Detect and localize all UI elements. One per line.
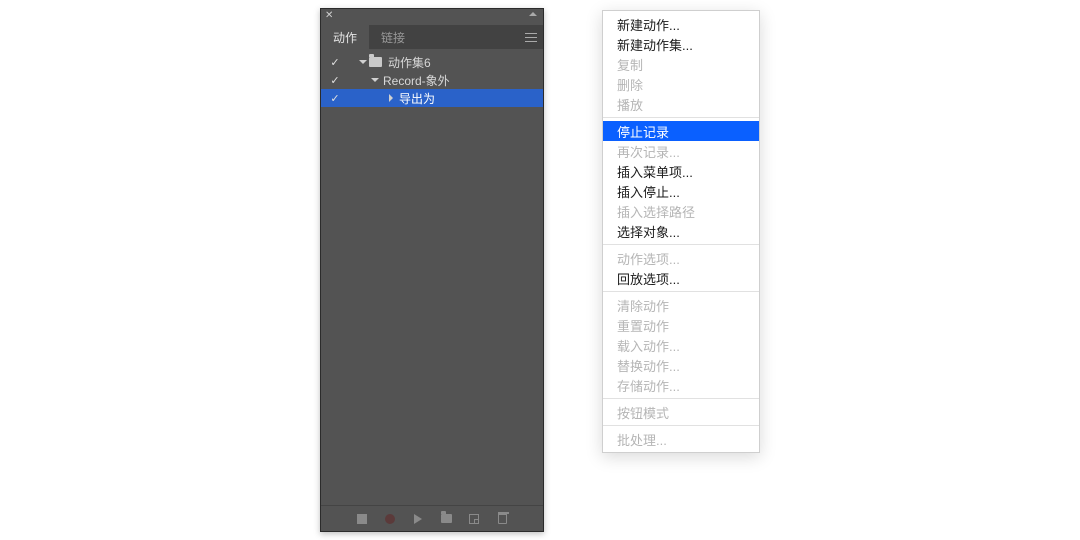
menu-item: 插入选择路径 bbox=[603, 201, 759, 221]
tree-row-step[interactable]: ✓ 导出为 bbox=[321, 89, 543, 107]
stop-icon[interactable] bbox=[356, 513, 368, 525]
chevron-down-icon[interactable] bbox=[357, 60, 369, 64]
panel-footer bbox=[321, 505, 543, 531]
menu-item: 再次记录... bbox=[603, 141, 759, 161]
panel-tabbar: 动作 链接 bbox=[321, 25, 543, 49]
actions-panel: ✕ 动作 链接 ✓ 动作集6 ✓ Record-象外 ✓ bbox=[320, 8, 544, 532]
menu-item[interactable]: 回放选项... bbox=[603, 268, 759, 288]
menu-item[interactable]: 插入停止... bbox=[603, 181, 759, 201]
menu-separator bbox=[603, 291, 759, 292]
step-label: 导出为 bbox=[399, 90, 435, 107]
set-label: 动作集6 bbox=[388, 54, 431, 71]
menu-item: 重置动作 bbox=[603, 315, 759, 335]
menu-separator bbox=[603, 398, 759, 399]
folder-icon bbox=[369, 57, 382, 67]
menu-item: 复制 bbox=[603, 54, 759, 74]
menu-item[interactable]: 新建动作集... bbox=[603, 34, 759, 54]
action-label: Record-象外 bbox=[383, 72, 450, 89]
check-icon[interactable]: ✓ bbox=[327, 56, 343, 69]
panel-context-menu: 新建动作...新建动作集...复制删除播放停止记录再次记录...插入菜单项...… bbox=[602, 10, 760, 453]
menu-separator bbox=[603, 425, 759, 426]
menu-item: 替换动作... bbox=[603, 355, 759, 375]
collapse-icon[interactable] bbox=[529, 12, 537, 16]
menu-item[interactable]: 停止记录 bbox=[603, 121, 759, 141]
menu-item[interactable]: 新建动作... bbox=[603, 14, 759, 34]
menu-item: 删除 bbox=[603, 74, 759, 94]
tab-links[interactable]: 链接 bbox=[369, 25, 417, 49]
actions-tree: ✓ 动作集6 ✓ Record-象外 ✓ 导出为 bbox=[321, 49, 543, 505]
panel-menu-icon[interactable] bbox=[525, 33, 537, 42]
menu-item: 动作选项... bbox=[603, 248, 759, 268]
menu-item[interactable]: 插入菜单项... bbox=[603, 161, 759, 181]
tree-row-action[interactable]: ✓ Record-象外 bbox=[321, 71, 543, 89]
menu-item: 播放 bbox=[603, 94, 759, 114]
menu-item: 清除动作 bbox=[603, 295, 759, 315]
close-icon[interactable]: ✕ bbox=[325, 11, 333, 21]
play-icon[interactable] bbox=[412, 513, 424, 525]
menu-item[interactable]: 选择对象... bbox=[603, 221, 759, 241]
menu-separator bbox=[603, 244, 759, 245]
check-icon[interactable]: ✓ bbox=[327, 74, 343, 87]
menu-item: 按钮模式 bbox=[603, 402, 759, 422]
menu-item: 存储动作... bbox=[603, 375, 759, 395]
new-set-icon[interactable] bbox=[440, 513, 452, 525]
tab-actions[interactable]: 动作 bbox=[321, 25, 369, 49]
panel-titlebar: ✕ bbox=[321, 9, 543, 25]
tree-row-set[interactable]: ✓ 动作集6 bbox=[321, 53, 543, 71]
trash-icon[interactable] bbox=[496, 513, 508, 525]
chevron-down-icon[interactable] bbox=[369, 78, 381, 82]
menu-item: 载入动作... bbox=[603, 335, 759, 355]
new-action-icon[interactable] bbox=[468, 513, 480, 525]
record-icon[interactable] bbox=[384, 513, 396, 525]
menu-item: 批处理... bbox=[603, 429, 759, 449]
check-icon[interactable]: ✓ bbox=[327, 92, 343, 105]
chevron-right-icon[interactable] bbox=[385, 94, 397, 102]
menu-separator bbox=[603, 117, 759, 118]
